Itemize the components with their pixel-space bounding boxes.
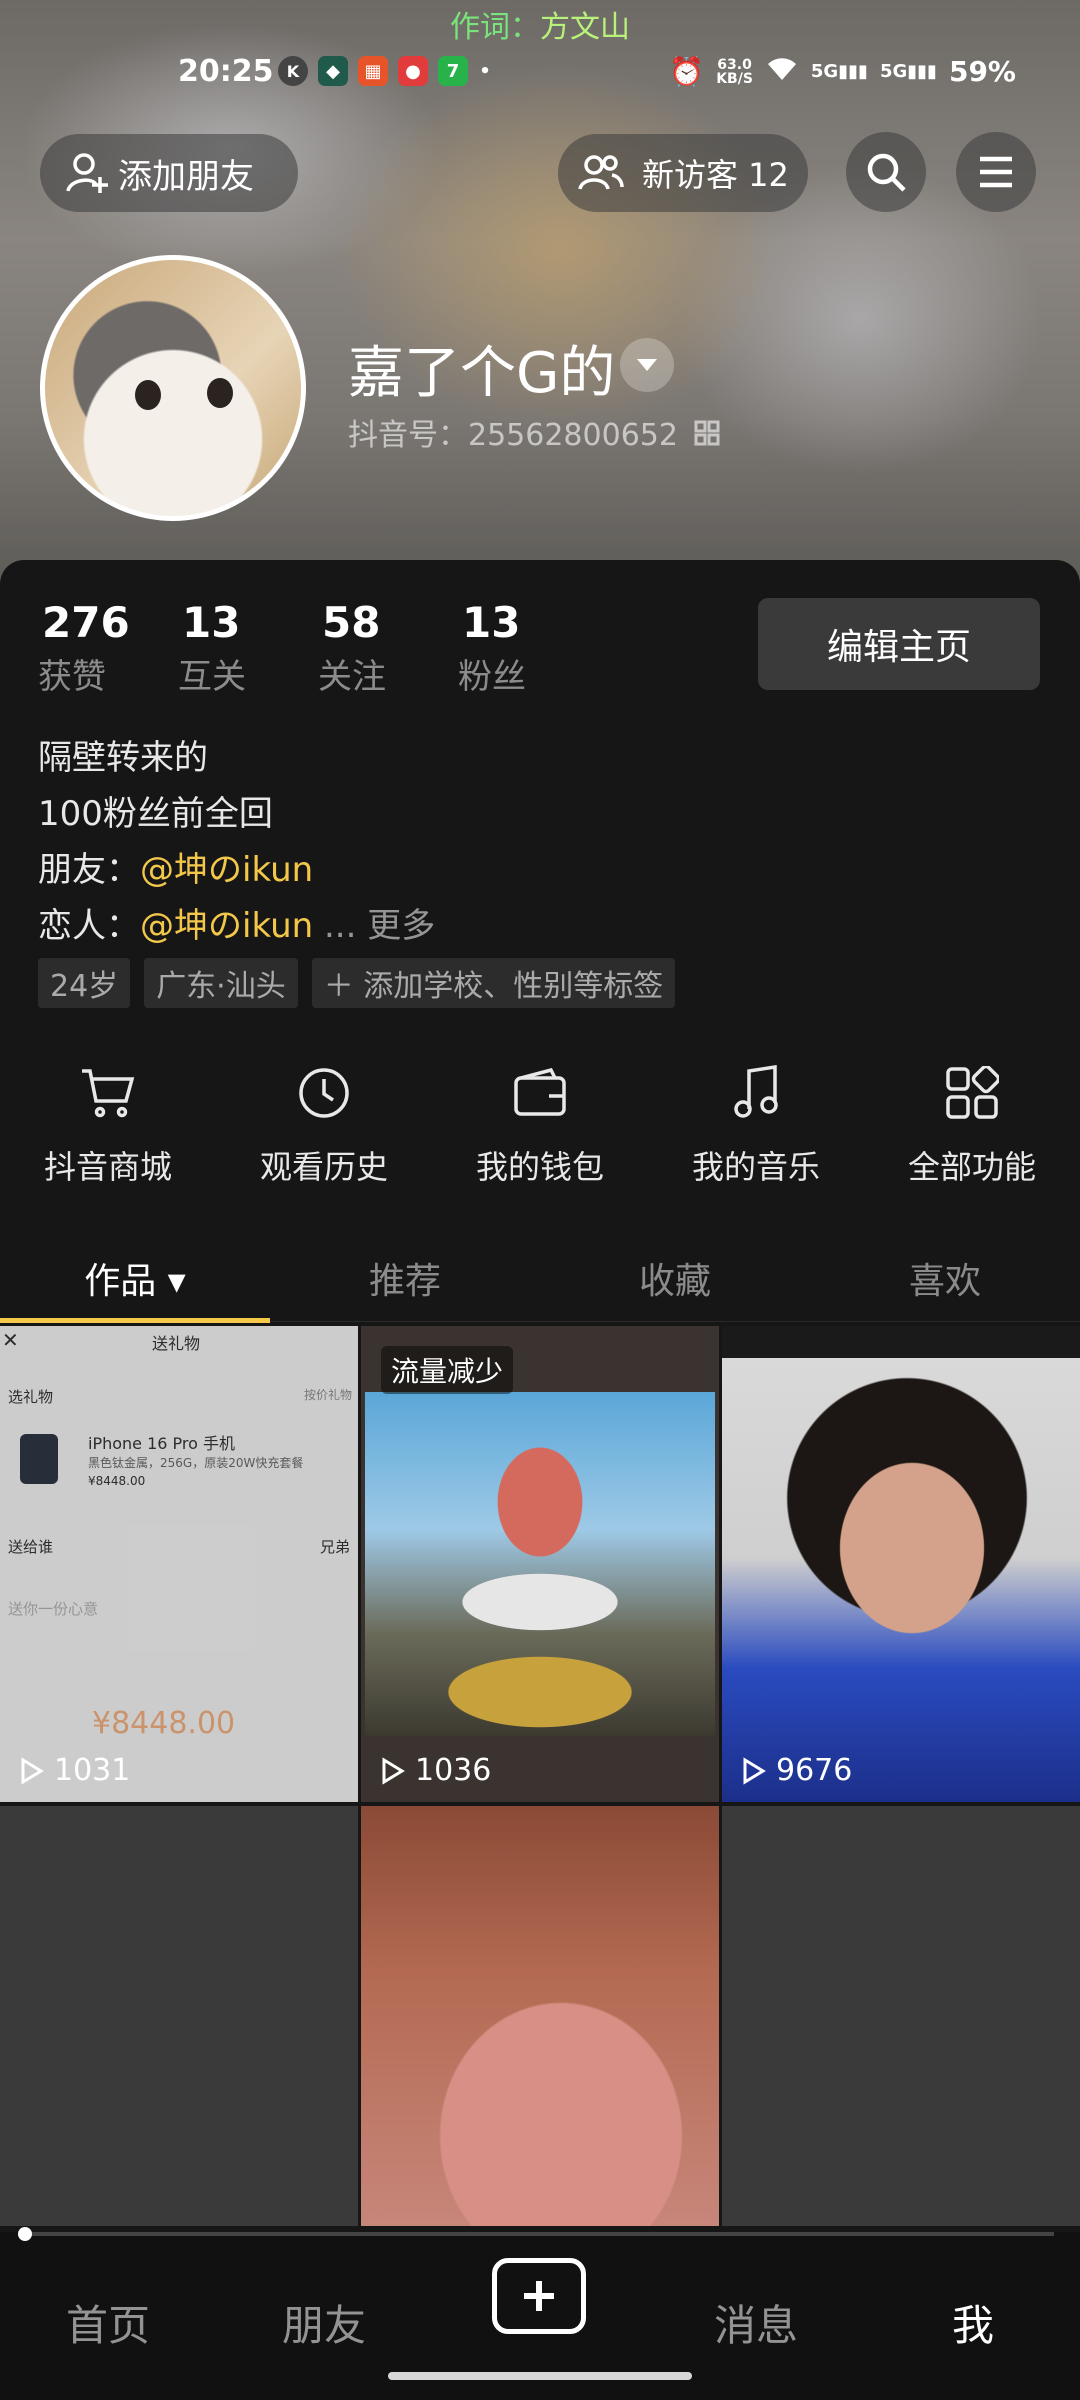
stat-followers[interactable]: 13 粉丝	[458, 598, 598, 698]
video-thumbnail[interactable]: 9676	[722, 1326, 1080, 1802]
account-switch-button[interactable]	[620, 338, 674, 392]
lyric-name: 方文山	[540, 10, 630, 45]
feature-music[interactable]: 我的音乐	[648, 1062, 864, 1188]
tab-likes[interactable]: 喜欢	[810, 1236, 1080, 1321]
lyric-overlay: 作词：方文山	[0, 2, 1080, 46]
video-thumbnail[interactable]: 流量减少 1036	[361, 1326, 719, 1802]
menu-button[interactable]	[956, 132, 1036, 212]
tab-works[interactable]: 作品 ▾	[0, 1236, 270, 1323]
video-thumbnail[interactable]	[0, 1806, 358, 2226]
stat-mutual[interactable]: 13 互关	[178, 598, 318, 698]
clock: 20:25	[178, 54, 274, 89]
red-app-icon: ●	[398, 56, 428, 86]
visitors-label: 新访客 12	[642, 156, 789, 194]
nav-messages[interactable]: 消息	[714, 2292, 798, 2353]
dot-icon: •	[479, 60, 491, 82]
traffic-badge: 流量减少	[381, 1346, 514, 1394]
music-note-icon	[733, 1062, 779, 1124]
green-app-icon: 7	[438, 56, 468, 86]
video-thumbnail[interactable]: ✕ 送礼物 选礼物 按价礼物 iPhone 16 Pro 手机 黑色钛金属，25…	[0, 1326, 358, 1802]
qr-code-icon[interactable]	[694, 419, 720, 454]
new-visitors-button[interactable]: 新访客 12	[558, 134, 808, 212]
bio-friend-line: 朋友：@坤のikun	[38, 850, 314, 890]
content-tabs: 作品 ▾ 推荐 收藏 喜欢	[0, 1236, 1080, 1323]
nav-friends[interactable]: 朋友	[282, 2292, 366, 2353]
feature-shortcuts: 抖音商城 观看历史 我的钱包 我的音乐 全部功能	[0, 1062, 1080, 1188]
avatar[interactable]	[40, 255, 306, 521]
status-right: ⏰ 63.0 KB/S 5G▮▮▮ 5G▮▮▮ 59%	[669, 54, 1016, 89]
bio-line-2: 100粉丝前全回	[38, 794, 273, 834]
orange-app-icon: ▦	[358, 56, 388, 86]
clock-icon	[297, 1062, 351, 1124]
poster-image	[365, 1392, 715, 1736]
lover-mention-link[interactable]: @坤のikun	[140, 906, 313, 946]
status-bar: 20:25 K ◆ ▦ ● 7 • ⏰ 63.0 KB/S 5G▮▮▮ 5G▮▮▮…	[0, 48, 1080, 98]
hamburger-icon	[976, 155, 1016, 189]
stat-following[interactable]: 58 关注	[318, 598, 458, 698]
view-count: 1031	[16, 1753, 130, 1788]
play-icon	[16, 1756, 46, 1786]
k-app-icon: K	[278, 56, 308, 86]
feature-mall[interactable]: 抖音商城	[0, 1062, 216, 1188]
face-image	[722, 1358, 1080, 1802]
shield-app-icon: ◆	[318, 56, 348, 86]
nav-me[interactable]: 我	[952, 2292, 994, 2353]
douyin-id: 抖音号：25562800652	[348, 410, 720, 454]
tag-age: 24岁	[38, 958, 131, 1008]
search-icon	[864, 150, 908, 194]
video-thumbnail[interactable]	[722, 1806, 1080, 2226]
feature-wallet[interactable]: 我的钱包	[432, 1062, 648, 1188]
tag-location: 广东·汕头	[144, 958, 298, 1008]
tab-favorites[interactable]: 收藏	[540, 1236, 810, 1321]
net-speed: 63.0 KB/S	[716, 56, 753, 87]
grid-icon	[945, 1062, 999, 1124]
battery-level: 59%	[948, 55, 1016, 88]
visitors-icon	[578, 153, 624, 193]
lyric-prefix: 作词：	[450, 10, 540, 45]
cart-icon	[80, 1062, 136, 1124]
bio-more-link[interactable]: 更多	[367, 906, 435, 946]
home-indicator[interactable]	[388, 2372, 692, 2380]
bio-lover-line: 恋人：@坤のikun ... 更多	[38, 906, 436, 946]
video-thumbnail[interactable]	[361, 1806, 719, 2226]
add-friend-label: 添加朋友	[118, 156, 254, 197]
stats-row: 276 获赞 13 互关 58 关注 13 粉丝	[38, 598, 598, 698]
bio: 隔壁转来的 100粉丝前全回 朋友：@坤のikun 恋人：@坤のikun ...…	[38, 730, 435, 954]
notification-icons: K ◆ ▦ ● 7 •	[278, 56, 492, 86]
view-count: 1036	[377, 1753, 491, 1788]
create-button[interactable]	[492, 2258, 586, 2334]
add-user-icon	[64, 149, 112, 197]
alarm-icon: ⏰	[669, 55, 705, 88]
feature-all[interactable]: 全部功能	[864, 1062, 1080, 1188]
wifi-icon	[765, 54, 799, 89]
add-tags-button[interactable]: ＋ 添加学校、性别等标签	[311, 958, 676, 1008]
search-button[interactable]	[846, 132, 926, 212]
caret-down-icon	[635, 357, 659, 373]
profile-tags: 24岁 广东·汕头 ＋ 添加学校、性别等标签	[38, 958, 676, 1008]
username: 嘉了个G的	[348, 341, 616, 406]
plus-icon	[521, 2278, 557, 2314]
signal-1-icon: 5G▮▮▮	[810, 61, 868, 82]
play-icon	[738, 1756, 768, 1786]
view-count: 9676	[738, 1753, 852, 1788]
video-progress[interactable]	[18, 2227, 1054, 2241]
bio-line-1: 隔壁转来的	[38, 738, 208, 778]
stat-likes[interactable]: 276 获赞	[38, 598, 178, 698]
feature-history[interactable]: 观看历史	[216, 1062, 432, 1188]
friend-mention-link[interactable]: @坤のikun	[140, 850, 313, 890]
wallet-icon	[513, 1062, 567, 1124]
add-friend-button[interactable]: 添加朋友	[40, 134, 298, 212]
play-icon	[377, 1756, 407, 1786]
tab-recommended[interactable]: 推荐	[270, 1236, 540, 1321]
nav-home[interactable]: 首页	[66, 2292, 150, 2353]
signal-2-icon: 5G▮▮▮	[879, 61, 937, 82]
edit-profile-button[interactable]: 编辑主页	[758, 598, 1040, 690]
